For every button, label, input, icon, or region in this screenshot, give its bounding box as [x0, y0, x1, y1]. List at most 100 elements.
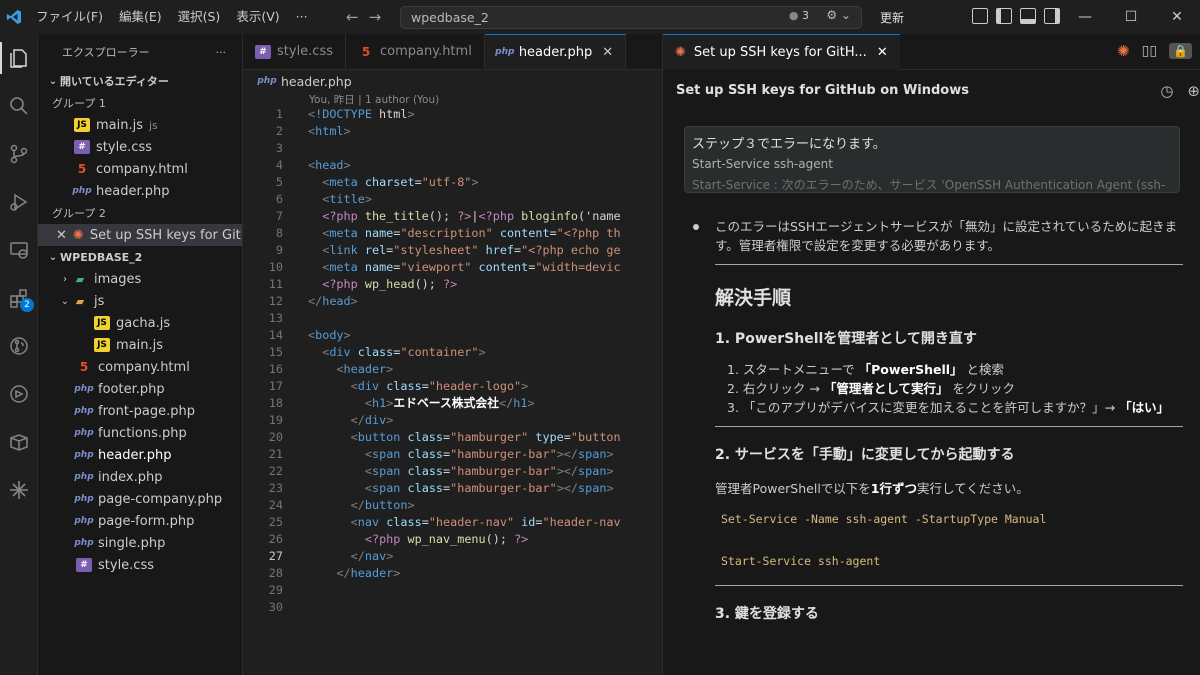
- tree-file[interactable]: php index.php: [38, 466, 242, 488]
- tree-file[interactable]: php single.php: [38, 532, 242, 554]
- menu-view[interactable]: 表示(V): [228, 0, 287, 34]
- copilot-sparkle-icon[interactable]: ✺: [1117, 42, 1130, 60]
- tab-style-css[interactable]: # style.css: [243, 34, 346, 69]
- code-line[interactable]: 30: [243, 599, 653, 616]
- close-icon[interactable]: ✕: [56, 228, 67, 243]
- tree-file[interactable]: php functions.php: [38, 422, 242, 444]
- close-icon[interactable]: ✕: [1154, 0, 1200, 34]
- code-line[interactable]: 9 <link rel="stylesheet" href="<?php ech…: [243, 242, 653, 259]
- code-line[interactable]: 5 <meta charset="utf-8">: [243, 174, 653, 191]
- menu-more[interactable]: ···: [288, 0, 316, 34]
- copilot-chat-panel: ✺ Set up SSH keys for GitH... ✕ ✺ ▯▯ 🔒 S…: [662, 34, 1200, 675]
- step1-heading: 1. PowerShellを管理者として開き直す: [715, 331, 977, 347]
- code-line[interactable]: 17 <div class="header-logo">: [243, 378, 653, 395]
- explorer-more-button[interactable]: ···: [216, 46, 227, 59]
- code-line[interactable]: 4 <head>: [243, 157, 653, 174]
- menu-selection[interactable]: 選択(S): [170, 0, 229, 34]
- tree-file[interactable]: php header.php: [38, 444, 242, 466]
- code-line[interactable]: 12 </head>: [243, 293, 653, 310]
- toggle-secondary-sidebar-icon[interactable]: [1044, 8, 1060, 24]
- code-line[interactable]: 18 <h1>エドベース株式会社</h1>: [243, 395, 653, 412]
- code-line[interactable]: 25 <nav class="header-nav" id="header-na…: [243, 514, 653, 531]
- open-editor-item[interactable]: # style.css: [38, 136, 242, 158]
- forward-arrow-icon[interactable]: →: [369, 8, 382, 26]
- code-line[interactable]: 14 <body>: [243, 327, 653, 344]
- tab-chat[interactable]: ✺ Set up SSH keys for GitH... ✕: [663, 34, 900, 70]
- code-line[interactable]: 1 <!DOCTYPE html>: [243, 106, 653, 123]
- code-line[interactable]: 24 </button>: [243, 497, 653, 514]
- tree-label: js: [94, 293, 105, 309]
- toggle-primary-sidebar-icon[interactable]: [996, 8, 1012, 24]
- open-editor-item[interactable]: 5 company.html: [38, 158, 242, 180]
- command-center-search[interactable]: wpedbase_2 ● 3 ⚙ ⌄: [400, 6, 862, 29]
- back-arrow-icon[interactable]: ←: [346, 8, 359, 26]
- code-line[interactable]: 15 <div class="container">: [243, 344, 653, 361]
- extensions-icon[interactable]: 2: [0, 274, 38, 322]
- source-control-icon[interactable]: [0, 130, 38, 178]
- problems-badge[interactable]: ● 3: [789, 9, 809, 22]
- tree-file[interactable]: # style.css: [38, 554, 242, 576]
- code-line[interactable]: 28 </header>: [243, 565, 653, 582]
- code-line[interactable]: 19 </div>: [243, 412, 653, 429]
- copilot-icon[interactable]: ⚙ ⌄: [826, 8, 851, 22]
- tab-header-php[interactable]: php header.php ✕: [484, 34, 627, 69]
- menu-edit[interactable]: 編集(E): [111, 0, 170, 34]
- code-line[interactable]: 27 </nav>: [243, 548, 653, 565]
- tree-file[interactable]: JS main.js: [38, 334, 242, 356]
- open-editor-item-chat[interactable]: ✕ ✺ Set up SSH keys for Git...: [38, 224, 242, 246]
- code-line[interactable]: 23 <span class="hamburger-bar"></span>: [243, 480, 653, 497]
- update-button[interactable]: 更新: [880, 9, 904, 26]
- history-icon[interactable]: ◷: [1160, 82, 1173, 100]
- github-pr-icon[interactable]: [0, 322, 38, 370]
- step2-heading: 2. サービスを「手動」に変更してから起動する: [715, 447, 1015, 463]
- open-editors-section[interactable]: ⌄ 開いているエディター: [38, 70, 242, 92]
- code-line[interactable]: 10 <meta name="viewport" content="width=…: [243, 259, 653, 276]
- remote-explorer-icon[interactable]: [0, 226, 38, 274]
- close-tab-icon[interactable]: ✕: [602, 45, 613, 60]
- maximize-icon[interactable]: ☐: [1108, 0, 1154, 34]
- toggle-panel-icon[interactable]: [1020, 8, 1036, 24]
- code-view[interactable]: 1 <!DOCTYPE html> 2 <html> 3 4 <head> 5 <meta c…: [243, 106, 653, 616]
- tree-file[interactable]: php page-form.php: [38, 510, 242, 532]
- code-line[interactable]: 7 <?php the_title(); ?>|<?php bloginfo('…: [243, 208, 653, 225]
- tab-company-html[interactable]: 5 company.html: [346, 34, 485, 69]
- breadcrumb[interactable]: php header.php: [243, 70, 662, 92]
- code-line[interactable]: 13: [243, 310, 653, 327]
- run-debug-icon[interactable]: [0, 178, 38, 226]
- project-section[interactable]: ⌄ WPEDBASE_2: [38, 246, 242, 268]
- containers-icon[interactable]: [0, 418, 38, 466]
- tree-file[interactable]: php front-page.php: [38, 400, 242, 422]
- explorer-icon[interactable]: [0, 34, 38, 82]
- code-line[interactable]: 3: [243, 140, 653, 157]
- copilot-sparkle-icon[interactable]: [0, 466, 38, 514]
- new-chat-icon[interactable]: ⊕: [1187, 82, 1200, 100]
- tree-file[interactable]: 5 company.html: [38, 356, 242, 378]
- code-line[interactable]: 21 <span class="hamburger-bar"></span>: [243, 446, 653, 463]
- customize-layout-icon[interactable]: [972, 8, 988, 24]
- code-line[interactable]: 11 <?php wp_head(); ?>: [243, 276, 653, 293]
- code-line[interactable]: 22 <span class="hamburger-bar"></span>: [243, 463, 653, 480]
- code-line[interactable]: Start-Service ssh-agent: [721, 554, 1183, 568]
- open-editor-item[interactable]: php header.php: [38, 180, 242, 202]
- code-line[interactable]: 6 <title>: [243, 191, 653, 208]
- tree-file[interactable]: JS gacha.js: [38, 312, 242, 334]
- search-icon[interactable]: [0, 82, 38, 130]
- menu-file[interactable]: ファイル(F): [28, 0, 111, 34]
- tree-folder[interactable]: › ▰ images: [38, 268, 242, 290]
- tree-file[interactable]: php footer.php: [38, 378, 242, 400]
- close-tab-icon[interactable]: ✕: [877, 45, 888, 60]
- tree-folder[interactable]: ⌄ ▰ js: [38, 290, 242, 312]
- code-line[interactable]: 29: [243, 582, 653, 599]
- code-line[interactable]: 2 <html>: [243, 123, 653, 140]
- code-line[interactable]: 26 <?php wp_nav_menu(); ?>: [243, 531, 653, 548]
- code-line[interactable]: Set-Service -Name ssh-agent -StartupType…: [721, 512, 1183, 526]
- code-line[interactable]: 16 <header>: [243, 361, 653, 378]
- tree-file[interactable]: php page-company.php: [38, 488, 242, 510]
- open-editor-item[interactable]: JS main.js js: [38, 114, 242, 136]
- minimize-icon[interactable]: —: [1062, 0, 1108, 34]
- lock-icon[interactable]: 🔒: [1169, 43, 1192, 59]
- split-editor-icon[interactable]: ▯▯: [1142, 43, 1157, 59]
- code-line[interactable]: 20 <button class="hamburger" type="butto…: [243, 429, 653, 446]
- code-line[interactable]: 8 <meta name="description" content="<?ph…: [243, 225, 653, 242]
- github-actions-icon[interactable]: [0, 370, 38, 418]
